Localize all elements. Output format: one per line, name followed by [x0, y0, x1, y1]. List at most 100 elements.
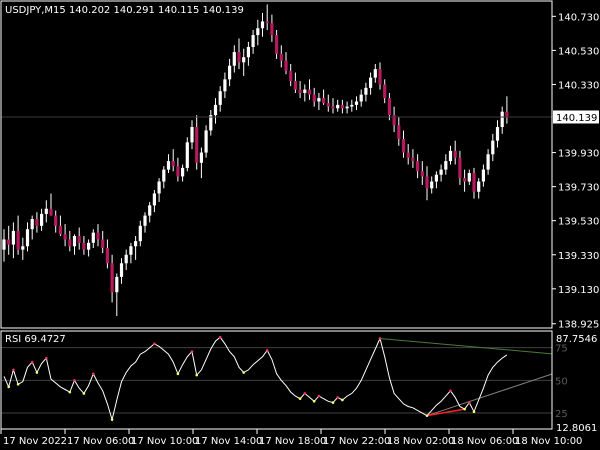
candle-body [185, 142, 189, 168]
candle-body [228, 65, 232, 80]
candle-body [354, 101, 359, 105]
candle-body [199, 152, 203, 163]
candle-body [373, 69, 377, 78]
price-tick-label: 138.925 [558, 320, 599, 331]
candle-body [350, 104, 354, 107]
candle-body [500, 111, 504, 128]
candle-body [171, 161, 175, 167]
rsi-trough-dot [472, 410, 476, 414]
rsi-scale-min: 12.8061 [556, 423, 597, 434]
candle-body [49, 208, 53, 216]
rsi-peak-dot [468, 401, 471, 404]
candle-body [275, 35, 279, 54]
rsi-peak-dot [303, 392, 307, 395]
candle-body [448, 150, 453, 162]
candle-body [495, 127, 500, 141]
candle-body [87, 242, 91, 250]
candle-body [298, 89, 302, 93]
rsi-peak-dot [317, 394, 321, 398]
candle-body [176, 166, 180, 177]
candle-body [21, 246, 25, 250]
time-tick-label: 17 Nov 22:00 [323, 436, 390, 447]
rsi-trough-dot [35, 371, 39, 374]
candle [185, 137, 189, 172]
candle-body [115, 276, 119, 293]
price-tick-label: 139.530 [558, 217, 599, 228]
rsi-trough-dot [463, 407, 466, 411]
candle-body [157, 181, 161, 194]
candle-body [30, 219, 34, 230]
candle-body [444, 161, 448, 170]
candle-body [270, 23, 274, 36]
rsi-peak-dot [265, 348, 269, 352]
rsi-level-label: 25 [555, 409, 568, 420]
candle-body [152, 193, 156, 206]
price-tick-label: 140.530 [558, 46, 599, 57]
price-tick-label: 139.330 [558, 251, 599, 262]
candle-body [54, 215, 58, 226]
candle-body [430, 181, 434, 189]
candle-body [369, 77, 373, 88]
time-tick-label: 17 Nov 18:00 [259, 436, 326, 447]
rsi-peak-dot [45, 356, 48, 360]
rsi-peak-dot [92, 372, 95, 376]
candle-body [58, 225, 62, 235]
rsi-trough-dot [331, 401, 335, 404]
price-tick-label: 139.930 [558, 149, 599, 160]
candle-body [265, 21, 269, 24]
time-tick-label: 18 Nov 02:00 [387, 436, 454, 447]
rsi-trough-dot [312, 399, 316, 403]
rsi-trough-dot [16, 382, 20, 386]
rsi-peak-dot [153, 342, 156, 346]
candle-body [331, 106, 335, 109]
time-tick-label: 18 Nov 10:00 [515, 436, 582, 447]
candle-body [190, 127, 194, 143]
candle-body [486, 154, 490, 170]
price-chart[interactable]: USDJPY,M15 140.202 140.291 140.115 140.1… [0, 0, 600, 450]
rsi-trough-dot [425, 414, 429, 417]
candle-body [232, 52, 236, 66]
rsi-trough-dot [242, 371, 245, 374]
candle-body [25, 229, 30, 247]
time-tick-label: 17 Nov 10:00 [131, 436, 198, 447]
candle-body [289, 70, 293, 82]
rsi-trough-dot [82, 392, 86, 395]
rsi-level-label: 50 [555, 376, 568, 387]
current-price-label: 140.139 [553, 110, 599, 124]
rsi-peak-dot [336, 396, 340, 399]
rsi-trough-dot [341, 398, 344, 402]
time-tick-label: 17 Nov 06:00 [67, 436, 134, 447]
candle-body [481, 169, 485, 182]
rsi-peak-dot [30, 360, 34, 364]
candle-body [260, 21, 265, 29]
candle-body [477, 181, 481, 192]
candle-body [453, 150, 457, 158]
candle-body [63, 234, 67, 240]
candle-body [110, 263, 114, 293]
rsi-peak-dot [449, 389, 452, 393]
candle-body [458, 157, 462, 179]
candle-body [359, 94, 363, 102]
price-tick-label: 140.330 [558, 80, 599, 91]
price-tick-label: 139.730 [558, 183, 599, 194]
price-header: USDJPY,M15 140.202 140.291 140.115 140.1… [5, 5, 244, 16]
candle-body [279, 53, 283, 61]
candle-body [340, 104, 344, 109]
candle-body [181, 167, 185, 177]
candle-body [119, 263, 124, 277]
candle-body [416, 161, 420, 172]
rsi-peak-dot [73, 379, 76, 382]
rsi-peak-dot [378, 337, 382, 340]
candle-body [72, 236, 77, 247]
rsi-peak-dot [190, 350, 194, 353]
candle-body [195, 127, 199, 163]
candle-body [251, 35, 255, 47]
candle-body [242, 57, 246, 63]
candle-body [143, 215, 147, 226]
candle-body [345, 106, 349, 109]
candle-body [307, 89, 312, 95]
time-tick-label: 18 Nov 06:00 [451, 436, 518, 447]
rsi-level-label: 75 [555, 344, 568, 355]
candle-body [77, 236, 81, 243]
candle-body [134, 241, 138, 247]
